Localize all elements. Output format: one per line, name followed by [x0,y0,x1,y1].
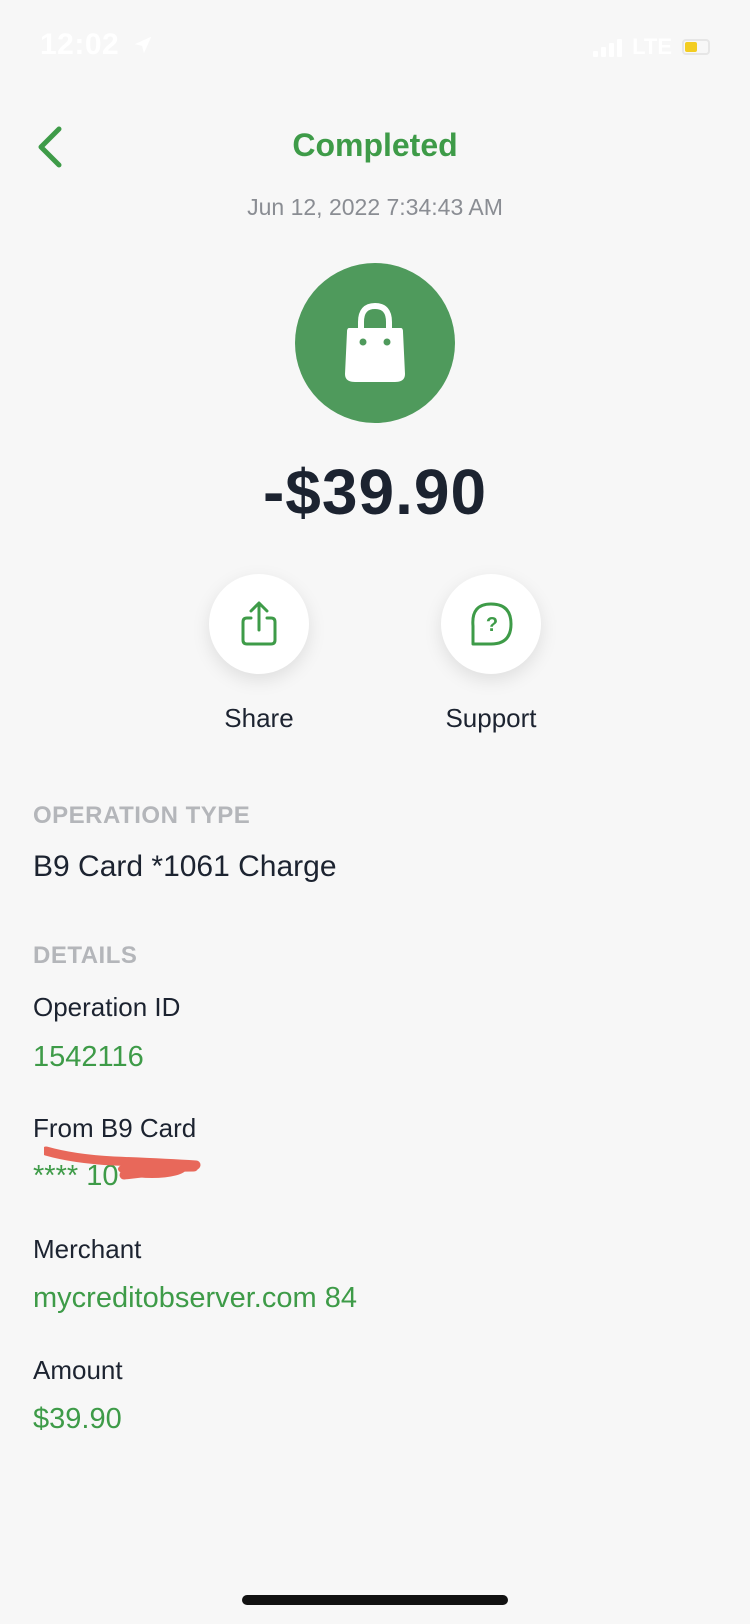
home-indicator[interactable] [242,1595,508,1605]
status-time-text: 12:02 [40,28,120,61]
operation-type-value: B9 Card *1061 Charge [33,850,337,883]
amount-label: Amount [33,1355,123,1385]
share-action: Share [179,574,339,734]
question-bubble-icon: ? [471,602,513,646]
shopping-bag-icon [345,302,405,382]
merchant-value[interactable]: mycreditobserver.com 84 [33,1282,357,1315]
operation-id-label: Operation ID [33,992,181,1022]
support-action: ? Support [411,574,571,734]
page-title: Completed [292,127,458,163]
transaction-amount: -$39.90 [262,456,488,528]
location-arrow-icon [134,36,152,54]
redaction-scribble [44,1146,201,1180]
merchant-label: Merchant [33,1234,142,1264]
amount-value: $39.90 [33,1403,122,1435]
share-button[interactable] [209,574,309,674]
from-card-label: From B9 Card [33,1113,197,1143]
support-button[interactable]: ? [441,574,541,674]
merchant-avatar [295,263,455,423]
status-time: 12:02 [40,28,154,62]
status-indicators: LTE [593,34,710,60]
share-label: Share [224,703,294,733]
svg-text:?: ? [486,614,498,636]
operation-id-value[interactable]: 1542116 [33,1041,144,1074]
details-heading: DETAILS [33,942,138,969]
cellular-signal-icon [593,37,623,57]
share-icon [241,601,277,646]
operation-type-heading: OPERATION TYPE [33,802,251,829]
network-type: LTE [632,34,672,59]
support-label: Support [445,703,537,733]
transaction-timestamp: Jun 12, 2022 7:34:43 AM [247,194,503,220]
battery-icon [682,39,710,55]
status-bar: 12:02 LTE [0,0,750,90]
